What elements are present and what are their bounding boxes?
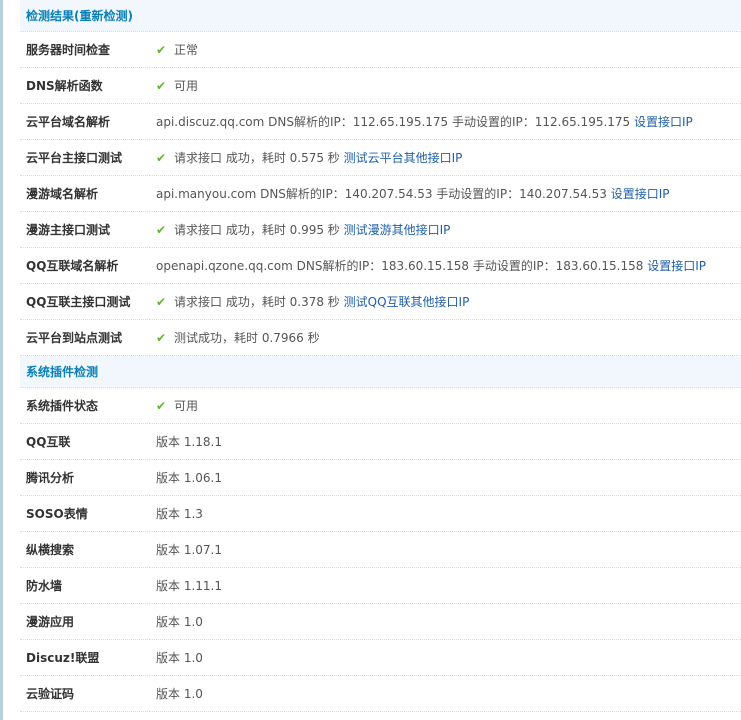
row-value: 版本 1.0 bbox=[150, 603, 741, 640]
row-label: QQ互联主接口测试 bbox=[20, 283, 150, 320]
row-label: SOSO表情 bbox=[20, 495, 150, 532]
table-row: 漫游主接口测试 ✔ 请求接口 成功，耗时 0.995 秒 测试漫游其他接口IP bbox=[20, 211, 741, 248]
table-row: 系统插件状态 ✔ 可用 bbox=[20, 387, 741, 424]
table-row: 云验证码 版本 1.0 bbox=[20, 675, 741, 712]
check-icon: ✔ bbox=[156, 223, 167, 237]
row-value: 版本 1.11.1 bbox=[150, 567, 741, 604]
action-link[interactable]: 测试QQ互联其他接口IP bbox=[344, 295, 470, 309]
row-label: Discuz!联盟 bbox=[20, 639, 150, 676]
check-icon: ✔ bbox=[156, 151, 167, 165]
value-text: openapi.qzone.qq.com DNS解析的IP：183.60.15.… bbox=[156, 259, 644, 273]
check-icon: ✔ bbox=[156, 331, 167, 345]
row-value: 版本 1.0 bbox=[150, 639, 741, 676]
check-icon: ✔ bbox=[156, 399, 167, 413]
row-label: QQ互联 bbox=[20, 423, 150, 460]
value-text: 版本 1.18.1 bbox=[156, 435, 222, 449]
value-text: 版本 1.06.1 bbox=[156, 471, 222, 485]
action-link[interactable]: 测试漫游其他接口IP bbox=[344, 223, 451, 237]
row-value: 版本 1.0 bbox=[150, 675, 741, 712]
table-row: DNS解析函数 ✔ 可用 bbox=[20, 67, 741, 104]
section-header-results: 检测结果(重新检测) bbox=[20, 0, 741, 32]
action-link[interactable]: 设置接口IP bbox=[647, 259, 706, 273]
section-header-plugins: 系统插件检测 bbox=[20, 355, 741, 388]
check-icon: ✔ bbox=[156, 43, 167, 57]
row-label: 腾讯分析 bbox=[20, 459, 150, 496]
row-label: 漫游域名解析 bbox=[20, 175, 150, 212]
table-row: SOSO表情 版本 1.3 bbox=[20, 495, 741, 532]
check-icon: ✔ bbox=[156, 79, 167, 93]
table-row: 服务器时间检查 ✔ 正常 bbox=[20, 31, 741, 68]
check-results-table: 检测结果(重新检测) 服务器时间检查 ✔ 正常 DNS解析函数 ✔ 可用 云平台域名解析 api… bbox=[20, 0, 741, 712]
section-title: 系统插件检测 bbox=[20, 355, 741, 388]
row-label: 纵横搜索 bbox=[20, 531, 150, 568]
row-value: ✔ 请求接口 成功，耗时 0.575 秒 测试云平台其他接口IP bbox=[150, 139, 741, 176]
value-text: 请求接口 成功，耗时 0.378 秒 bbox=[174, 295, 340, 309]
row-label: 云平台主接口测试 bbox=[20, 139, 150, 176]
value-text: api.discuz.qq.com DNS解析的IP：112.65.195.17… bbox=[156, 115, 631, 129]
row-value: ✔ 可用 bbox=[150, 67, 741, 104]
row-label: 服务器时间检查 bbox=[20, 31, 150, 68]
row-value: api.discuz.qq.com DNS解析的IP：112.65.195.17… bbox=[150, 103, 741, 140]
value-text: 版本 1.3 bbox=[156, 507, 203, 521]
table-row: Discuz!联盟 版本 1.0 bbox=[20, 639, 741, 676]
row-value: openapi.qzone.qq.com DNS解析的IP：183.60.15.… bbox=[150, 247, 741, 284]
table-row: 云平台域名解析 api.discuz.qq.com DNS解析的IP：112.65… bbox=[20, 103, 741, 140]
value-text: 可用 bbox=[174, 79, 199, 93]
table-row: 漫游域名解析 api.manyou.com DNS解析的IP：140.207.54… bbox=[20, 175, 741, 212]
check-icon: ✔ bbox=[156, 295, 167, 309]
row-label: 漫游应用 bbox=[20, 603, 150, 640]
row-value: ✔ 请求接口 成功，耗时 0.995 秒 测试漫游其他接口IP bbox=[150, 211, 741, 248]
row-label: QQ互联域名解析 bbox=[20, 247, 150, 284]
action-link[interactable]: 设置接口IP bbox=[611, 187, 670, 201]
table-row: QQ互联主接口测试 ✔ 请求接口 成功，耗时 0.378 秒 测试QQ互联其他接口I… bbox=[20, 283, 741, 320]
row-label: 云平台到站点测试 bbox=[20, 319, 150, 356]
row-value: ✔ 请求接口 成功，耗时 0.378 秒 测试QQ互联其他接口IP bbox=[150, 283, 741, 320]
value-text: 版本 1.0 bbox=[156, 651, 203, 665]
value-text: 版本 1.11.1 bbox=[156, 579, 222, 593]
table-row: 漫游应用 版本 1.0 bbox=[20, 603, 741, 640]
value-text: 版本 1.0 bbox=[156, 615, 203, 629]
row-value: api.manyou.com DNS解析的IP：140.207.54.53 手动… bbox=[150, 175, 741, 212]
section-title: 检测结果(重新检测) bbox=[20, 0, 741, 32]
table-row: 纵横搜索 版本 1.07.1 bbox=[20, 531, 741, 568]
table-row: 云平台到站点测试 ✔ 测试成功，耗时 0.7966 秒 bbox=[20, 319, 741, 356]
row-label: 云验证码 bbox=[20, 675, 150, 712]
table-row: 防水墙 版本 1.11.1 bbox=[20, 567, 741, 604]
table-row: 云平台主接口测试 ✔ 请求接口 成功，耗时 0.575 秒 测试云平台其他接口IP bbox=[20, 139, 741, 176]
value-text: 请求接口 成功，耗时 0.575 秒 bbox=[174, 151, 340, 165]
row-label: 漫游主接口测试 bbox=[20, 211, 150, 248]
row-label: 防水墙 bbox=[20, 567, 150, 604]
row-value: 版本 1.07.1 bbox=[150, 531, 741, 568]
row-value: ✔ 可用 bbox=[150, 387, 741, 424]
value-text: 可用 bbox=[174, 399, 199, 413]
row-label: DNS解析函数 bbox=[20, 67, 150, 104]
row-label: 系统插件状态 bbox=[20, 387, 150, 424]
table-row: QQ互联 版本 1.18.1 bbox=[20, 423, 741, 460]
row-value: ✔ 测试成功，耗时 0.7966 秒 bbox=[150, 319, 741, 356]
action-link[interactable]: 测试云平台其他接口IP bbox=[344, 151, 463, 165]
row-value: ✔ 正常 bbox=[150, 31, 741, 68]
action-link[interactable]: 设置接口IP bbox=[634, 115, 693, 129]
value-text: 正常 bbox=[174, 43, 199, 57]
value-text: 请求接口 成功，耗时 0.995 秒 bbox=[174, 223, 340, 237]
value-text: 版本 1.07.1 bbox=[156, 543, 222, 557]
table-row: 腾讯分析 版本 1.06.1 bbox=[20, 459, 741, 496]
row-value: 版本 1.3 bbox=[150, 495, 741, 532]
value-text: api.manyou.com DNS解析的IP：140.207.54.53 手动… bbox=[156, 187, 607, 201]
value-text: 测试成功，耗时 0.7966 秒 bbox=[174, 331, 320, 345]
table-row: QQ互联域名解析 openapi.qzone.qq.com DNS解析的IP：18… bbox=[20, 247, 741, 284]
row-label: 云平台域名解析 bbox=[20, 103, 150, 140]
value-text: 版本 1.0 bbox=[156, 687, 203, 701]
left-border bbox=[0, 0, 3, 720]
row-value: 版本 1.18.1 bbox=[150, 423, 741, 460]
row-value: 版本 1.06.1 bbox=[150, 459, 741, 496]
